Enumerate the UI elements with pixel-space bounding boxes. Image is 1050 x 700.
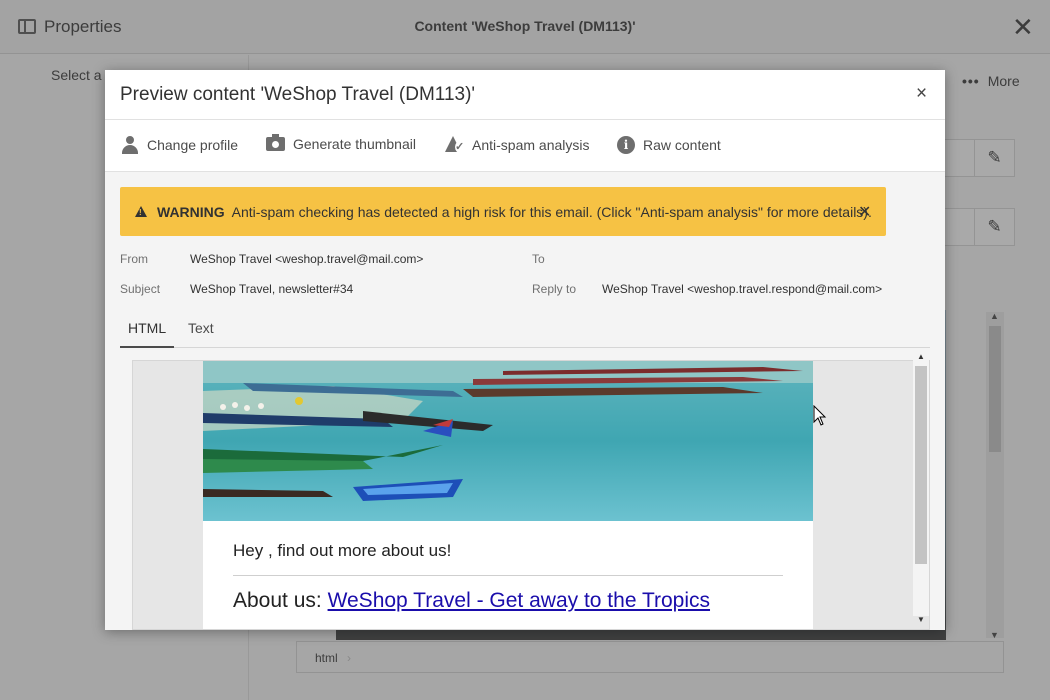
tab-text[interactable]: Text xyxy=(180,320,222,348)
anti-spam-icon xyxy=(444,136,465,154)
more-button[interactable]: ••• More xyxy=(962,73,1020,89)
reply-to-value: WeShop Travel <weshop.travel.respond@mai… xyxy=(602,282,883,296)
preview-toolbar: Change profile Generate thumbnail Anti-s… xyxy=(105,120,945,172)
breadcrumb-item-html[interactable]: html xyxy=(315,651,338,665)
change-profile-button[interactable]: Change profile xyxy=(121,136,238,154)
scrollbar-thumb[interactable] xyxy=(989,326,1001,452)
dismiss-warning-icon[interactable]: ✕ xyxy=(858,202,871,222)
subject-value: WeShop Travel, newsletter#34 xyxy=(190,282,354,296)
about-us-line: About us: WeShop Travel - Get away to th… xyxy=(233,589,710,613)
user-icon xyxy=(121,136,139,154)
format-tabs: HTML Text xyxy=(120,320,930,348)
change-profile-label: Change profile xyxy=(147,137,239,153)
boats-hero-image xyxy=(203,361,813,521)
to-label: To xyxy=(532,252,545,266)
scroll-down-arrow-icon[interactable]: ▼ xyxy=(990,630,999,640)
email-greeting: Hey , find out more about us! xyxy=(233,541,452,560)
email-preview-frame: Hey , find out more about us! About us: … xyxy=(132,360,930,630)
mouse-cursor-icon xyxy=(813,405,827,426)
about-us-link[interactable]: WeShop Travel - Get away to the Tropics xyxy=(328,589,710,612)
warning-banner: WARNING Anti-spam checking has detected … xyxy=(120,187,886,236)
warning-message: Anti-spam checking has detected a high r… xyxy=(231,203,872,220)
camera-icon xyxy=(266,134,285,151)
warning-label: WARNING xyxy=(157,203,225,220)
app-header: Properties Content 'WeShop Travel (DM113… xyxy=(0,0,1050,54)
scroll-down-arrow-icon[interactable]: ▼ xyxy=(917,615,925,624)
email-divider xyxy=(233,575,783,576)
generate-thumbnail-button[interactable]: Generate thumbnail xyxy=(266,134,416,152)
preview-modal: Preview content 'WeShop Travel (DM113)' … xyxy=(105,70,945,630)
about-us-prefix: About us: xyxy=(233,589,328,612)
email-body: Hey , find out more about us! About us: … xyxy=(203,361,813,629)
scrollbar-thumb[interactable] xyxy=(915,366,927,564)
generate-thumbnail-label: Generate thumbnail xyxy=(293,136,416,152)
anti-spam-label: Anti-spam analysis xyxy=(472,137,590,153)
modal-header: Preview content 'WeShop Travel (DM113)' … xyxy=(105,70,945,120)
pencil-icon[interactable]: ✎ xyxy=(974,140,1014,176)
property-field[interactable]: ✎ xyxy=(940,208,1015,246)
background-scrollbar[interactable]: ▲ ▼ xyxy=(986,311,1004,640)
subject-label: Subject xyxy=(120,282,161,296)
raw-content-label: Raw content xyxy=(643,137,721,153)
info-icon: i xyxy=(617,136,635,154)
property-field[interactable]: ✎ xyxy=(940,139,1015,177)
scroll-up-arrow-icon[interactable]: ▲ xyxy=(917,352,925,361)
modal-title: Preview content 'WeShop Travel (DM113)' xyxy=(120,84,476,105)
reply-to-label: Reply to xyxy=(532,282,577,296)
more-dots-icon: ••• xyxy=(962,73,980,89)
breadcrumb: html › xyxy=(296,641,1004,673)
anti-spam-analysis-button[interactable]: Anti-spam analysis xyxy=(444,136,590,154)
select-hint: Select a xyxy=(51,67,102,83)
tab-html[interactable]: HTML xyxy=(120,320,175,348)
warning-icon xyxy=(135,206,147,217)
from-value: WeShop Travel <weshop.travel@mail.com> xyxy=(190,252,424,266)
window-title: Content 'WeShop Travel (DM113)' xyxy=(414,18,636,34)
preview-scrollbar[interactable]: ▲ ▼ xyxy=(913,352,929,624)
from-label: From xyxy=(120,252,148,266)
pencil-icon[interactable]: ✎ xyxy=(974,209,1014,245)
close-window-icon[interactable]: ✕ xyxy=(1012,14,1034,40)
close-icon[interactable]: × xyxy=(916,84,927,104)
more-label: More xyxy=(987,73,1020,89)
raw-content-button[interactable]: i Raw content xyxy=(617,136,721,154)
scroll-up-arrow-icon[interactable]: ▲ xyxy=(990,311,999,321)
breadcrumb-chevron-icon: › xyxy=(347,651,352,665)
